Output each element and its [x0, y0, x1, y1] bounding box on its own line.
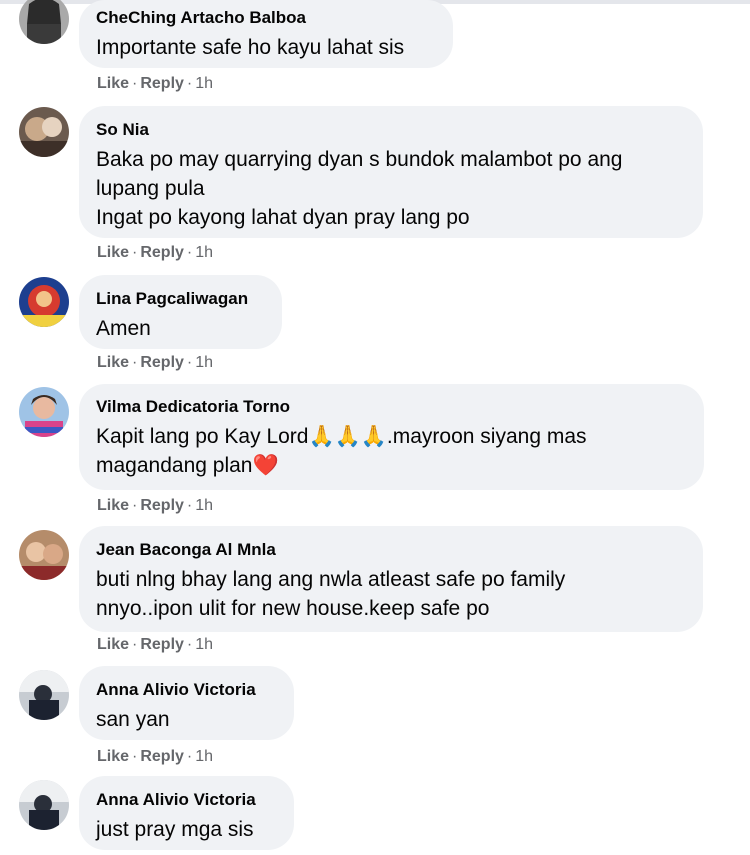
comment-text: Kapit lang po Kay Lord🙏🙏🙏.mayroon siyang…	[96, 422, 687, 480]
comment-actions: Like · Reply · 1h	[97, 74, 213, 94]
comment-bubble: Anna Alivio Victoria san yan	[79, 666, 294, 740]
comment-text: Amen	[96, 317, 151, 340]
comment-author[interactable]: Anna Alivio Victoria	[96, 789, 277, 810]
comment-author[interactable]: So Nia	[96, 119, 686, 140]
comment-time[interactable]: 1h	[195, 354, 213, 371]
separator: ·	[132, 354, 138, 371]
comment-bubble: CheChing Artacho Balboa Importante safe …	[79, 0, 453, 68]
comment-bubble: So Nia Baka po may quarrying dyan s bund…	[79, 106, 703, 238]
separator: ·	[132, 636, 138, 653]
reply-button[interactable]: Reply	[140, 636, 184, 653]
comment-text: san yan	[96, 708, 170, 731]
comment-author[interactable]: Jean Baconga Al Mnla	[96, 539, 686, 560]
comment-actions: Like · Reply · 1h	[97, 243, 213, 263]
comment-actions: Like · Reply · 1h	[97, 635, 213, 655]
comment-line: lupang pula	[96, 177, 205, 200]
like-button[interactable]: Like	[97, 497, 129, 514]
comment-actions: Like · Reply · 1h	[97, 747, 213, 767]
separator: ·	[186, 497, 193, 514]
comment-author[interactable]: Lina Pagcaliwagan	[96, 288, 265, 309]
separator: ·	[132, 75, 138, 92]
separator: ·	[132, 244, 138, 261]
comment-time[interactable]: 1h	[195, 636, 213, 653]
like-button[interactable]: Like	[97, 354, 129, 371]
separator: ·	[132, 748, 138, 765]
comment-line: buti nlng bhay lang ang nwla atleast saf…	[96, 568, 566, 591]
comment-time[interactable]: 1h	[195, 497, 213, 514]
like-button[interactable]: Like	[97, 75, 129, 92]
reply-button[interactable]: Reply	[140, 497, 184, 514]
comment-line: Baka po may quarrying dyan s bundok mala…	[96, 148, 623, 171]
avatar[interactable]	[19, 0, 69, 44]
avatar[interactable]	[19, 107, 69, 157]
comment-author[interactable]: Vilma Dedicatoria Torno	[96, 396, 687, 417]
comment-bubble: Jean Baconga Al Mnla buti nlng bhay lang…	[79, 526, 703, 632]
comment-time[interactable]: 1h	[195, 748, 213, 765]
comment-bubble: Vilma Dedicatoria Torno Kapit lang po Ka…	[79, 384, 704, 490]
comment-text: buti nlng bhay lang ang nwla atleast saf…	[96, 565, 686, 623]
reply-button[interactable]: Reply	[140, 354, 184, 371]
comment-time[interactable]: 1h	[195, 244, 213, 261]
comment-line: magandang plan❤️	[96, 454, 279, 477]
comment-line: nnyo..ipon ulit for new house.keep safe …	[96, 597, 490, 620]
comment-bubble: Lina Pagcaliwagan Amen	[79, 275, 282, 349]
like-button[interactable]: Like	[97, 244, 129, 261]
comment-author[interactable]: CheChing Artacho Balboa	[96, 7, 436, 28]
separator: ·	[186, 748, 193, 765]
comment-line: Ingat po kayong lahat dyan pray lang po	[96, 206, 470, 229]
separator: ·	[186, 75, 193, 92]
comment-text: just pray mga sis	[96, 818, 254, 841]
comment-text: Baka po may quarrying dyan s bundok mala…	[96, 145, 686, 232]
avatar[interactable]	[19, 670, 69, 720]
avatar[interactable]	[19, 530, 69, 580]
comment-time[interactable]: 1h	[195, 75, 213, 92]
comment-actions: Like · Reply · 1h	[97, 496, 213, 516]
like-button[interactable]: Like	[97, 748, 129, 765]
reply-button[interactable]: Reply	[140, 75, 184, 92]
avatar[interactable]	[19, 780, 69, 830]
comment-line: Kapit lang po Kay Lord🙏🙏🙏.mayroon siyang…	[96, 425, 587, 448]
separator: ·	[186, 636, 193, 653]
separator: ·	[186, 244, 193, 261]
separator: ·	[186, 354, 193, 371]
comment-text: Importante safe ho kayu lahat sis	[96, 36, 405, 59]
separator: ·	[132, 497, 138, 514]
comment-actions: Like · Reply · 1h	[97, 353, 213, 373]
avatar[interactable]	[19, 277, 69, 327]
comment-bubble: Anna Alivio Victoria just pray mga sis	[79, 776, 294, 850]
avatar[interactable]	[19, 387, 69, 437]
like-button[interactable]: Like	[97, 636, 129, 653]
comment-author[interactable]: Anna Alivio Victoria	[96, 679, 277, 700]
reply-button[interactable]: Reply	[140, 748, 184, 765]
reply-button[interactable]: Reply	[140, 244, 184, 261]
